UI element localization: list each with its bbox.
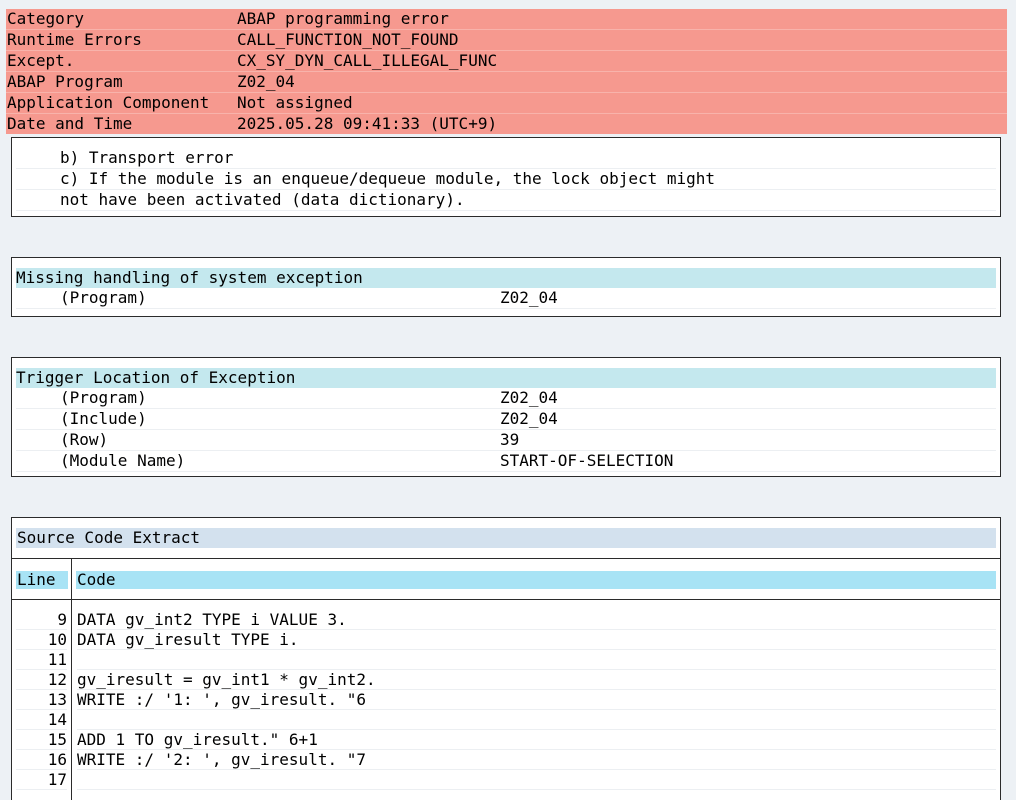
header-row-abap-program: ABAP Program Z02_04 [6,72,1007,93]
header-value: Not assigned [237,93,353,112]
row-value: START-OF-SELECTION [500,451,674,470]
line-number: 15 [16,730,67,750]
line-number: 13 [16,690,67,710]
code-text [77,650,996,670]
section-title: Trigger Location of Exception [16,368,996,388]
section-title: Source Code Extract [16,528,996,548]
column-header-line: Line [16,571,68,589]
description-line: not have been activated (data dictionary… [16,190,996,211]
header-label: Date and Time [7,114,133,133]
trigger-row-program: (Program) Z02_04 [16,388,996,409]
header-row-runtime-errors: Runtime Errors CALL_FUNCTION_NOT_FOUND [6,30,1007,51]
source-code-panel: Source Code Extract Line Code 9 DATA gv_i… [11,517,1001,800]
source-column-header: Line Code [12,558,1000,600]
header-label: Runtime Errors [7,30,142,49]
row-value: Z02_04 [500,288,558,307]
header-label: Application Component [7,93,210,112]
code-text: DATA gv_iresult TYPE i. [77,630,996,650]
description-panel: b) Transport error c) If the module is a… [11,137,1001,217]
code-row: 12 gv_iresult = gv_int1 * gv_int2. [12,670,1000,690]
header-row-except: Except. CX_SY_DYN_CALL_ILLEGAL_FUNC [6,51,1007,72]
code-text [77,710,996,730]
trigger-row-row: (Row) 39 [16,430,996,451]
header-label: Except. [7,51,75,70]
header-row-application-component: Application Component Not assigned [6,93,1007,114]
trigger-row-module-name: (Module Name) START-OF-SELECTION [16,451,996,472]
line-number: 11 [16,650,67,670]
missing-handling-panel: Missing handling of system exception (Pr… [11,257,1001,317]
description-line: b) Transport error [16,148,996,169]
line-number: 14 [16,710,67,730]
code-row: 17 [12,770,1000,790]
row-label: (Program) [60,288,147,307]
error-header-table: Category ABAP programming error Runtime E… [6,9,1007,134]
row-value: Z02_04 [500,409,558,428]
code-text: WRITE :/ '2: ', gv_iresult. "7 [77,750,996,770]
trigger-location-panel: Trigger Location of Exception (Program) Z… [11,357,1001,477]
missing-row-program: (Program) Z02_04 [16,288,996,309]
row-label: (Program) [60,388,147,407]
code-row: 10 DATA gv_iresult TYPE i. [12,630,1000,650]
header-label: Category [7,9,85,28]
code-row: 15 ADD 1 TO gv_iresult." 6+1 [12,730,1000,750]
header-value: ABAP programming error [237,9,449,28]
line-number: 16 [16,750,67,770]
row-label: (Module Name) [60,451,186,470]
code-text: gv_iresult = gv_int1 * gv_int2. [77,670,996,690]
code-text: DATA gv_int2 TYPE i VALUE 3. [77,610,996,630]
header-value: 2025.05.28 09:41:33 (UTC+9) [237,114,498,133]
column-header-code: Code [76,571,996,589]
code-row: 13 WRITE :/ '1: ', gv_iresult. "6 [12,690,1000,710]
code-text: ADD 1 TO gv_iresult." 6+1 [77,730,996,750]
header-label: ABAP Program [7,72,123,91]
row-label: (Include) [60,409,147,428]
code-text [77,770,996,790]
line-number: 9 [16,610,67,630]
code-row: 11 [12,650,1000,670]
header-value: CALL_FUNCTION_NOT_FOUND [237,30,459,49]
line-number: 17 [16,770,67,790]
code-text: WRITE :/ '1: ', gv_iresult. "6 [77,690,996,710]
source-code-lines: 9 DATA gv_int2 TYPE i VALUE 3. 10 DATA gv_… [12,610,1000,790]
code-row: 9 DATA gv_int2 TYPE i VALUE 3. [12,610,1000,630]
line-number: 12 [16,670,67,690]
trigger-row-include: (Include) Z02_04 [16,409,996,430]
row-value: 39 [500,430,520,449]
section-title: Missing handling of system exception [16,268,996,288]
line-number: 10 [16,630,67,650]
header-row-category: Category ABAP programming error [6,9,1007,30]
description-line: c) If the module is an enqueue/dequeue m… [16,169,996,190]
header-value: CX_SY_DYN_CALL_ILLEGAL_FUNC [237,51,498,70]
row-label: (Row) [60,430,109,449]
header-value: Z02_04 [237,72,295,91]
code-row: 16 WRITE :/ '2: ', gv_iresult. "7 [12,750,1000,770]
header-row-date-time: Date and Time 2025.05.28 09:41:33 (UTC+9) [6,114,1007,134]
code-row: 14 [12,710,1000,730]
row-value: Z02_04 [500,388,558,407]
